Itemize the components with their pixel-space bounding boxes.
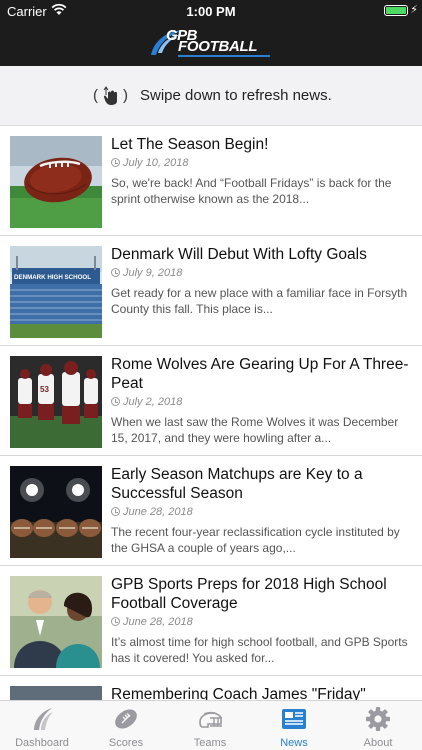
news-title[interactable]: Early Season Matchups are Key to a Succe… [111, 465, 411, 503]
news-item[interactable]: 53 Rome Wolves Are Gearing Up For A Thre… [0, 346, 422, 456]
news-date: July 2, 2018 [111, 396, 182, 408]
news-date: July 10, 2018 [111, 157, 188, 169]
clock-icon [111, 158, 120, 167]
tab-label: Teams [193, 737, 227, 749]
news-excerpt: It’s almost time for high school footbal… [111, 635, 408, 665]
clock-icon [111, 397, 120, 406]
tab-label: News [280, 737, 308, 749]
news-date: June 28, 2018 [111, 506, 193, 518]
news-title[interactable]: Rome Wolves Are Gearing Up For A Three-P… [111, 355, 411, 393]
helmet-icon [199, 711, 222, 728]
tab-label: Dashboard [15, 737, 69, 749]
newspaper-icon [282, 709, 306, 729]
svg-text:(: ( [93, 87, 98, 104]
news-item[interactable]: Remembering Coach James "Friday" [0, 676, 422, 700]
clock-icon [111, 507, 120, 516]
tab-dashboard[interactable]: Dashboard [0, 701, 84, 750]
logo-text-football: FOOTBALL [178, 38, 258, 55]
stadium-sign-text: DENMARK HIGH SCHOOL [14, 274, 91, 281]
news-list[interactable]: Let The Season Begin! July 10, 2018 So, … [0, 126, 422, 700]
news-item[interactable]: GPB Sports Preps for 2018 High School Fo… [0, 566, 422, 676]
news-title[interactable]: Denmark Will Debut With Lofty Goals [111, 245, 411, 264]
news-thumbnail-helmets [10, 466, 102, 558]
football-icon [115, 709, 137, 729]
swipe-down-hand-icon: ( ) [93, 86, 128, 105]
svg-text:53: 53 [40, 385, 49, 394]
news-title[interactable]: Let The Season Begin! [111, 135, 411, 154]
tab-bar: Dashboard Scores Teams News About [0, 700, 422, 750]
news-excerpt: Get ready for a new place with a familia… [111, 286, 408, 316]
news-excerpt: The recent four-year reclassification cy… [111, 525, 400, 555]
tab-teams[interactable]: Teams [168, 701, 252, 750]
news-item[interactable]: DENMARK HIGH SCHOOL Denmark Will Debut W… [0, 236, 422, 346]
dashboard-swoosh-icon [34, 708, 53, 730]
news-thumbnail-players: 53 [10, 356, 102, 448]
app-header: Carrier 1:00 PM ⚡ GPB FOOTBALL [0, 0, 422, 66]
gpb-football-logo: GPB FOOTBALL [148, 27, 278, 59]
logo-underline [178, 55, 270, 57]
tab-label: About [363, 737, 393, 749]
status-bar: Carrier 1:00 PM ⚡ [0, 0, 422, 22]
clock-time: 1:00 PM [186, 4, 236, 19]
refresh-banner[interactable]: ( ) Swipe down to refresh news. [0, 66, 422, 126]
news-thumbnail-hosts [10, 576, 102, 668]
news-date: June 28, 2018 [111, 616, 193, 628]
news-date: July 9, 2018 [111, 267, 182, 279]
news-thumbnail-coach [10, 686, 102, 700]
gear-icon [366, 707, 390, 731]
news-thumbnail-football [10, 136, 102, 228]
news-item[interactable]: Let The Season Begin! July 10, 2018 So, … [0, 126, 422, 236]
svg-text:): ) [123, 87, 128, 104]
news-thumbnail-stadium: DENMARK HIGH SCHOOL [10, 246, 102, 338]
news-excerpt: So, we're back! And “Football Fridays” i… [111, 176, 392, 206]
battery-icon [384, 5, 408, 16]
tab-scores[interactable]: Scores [84, 701, 168, 750]
clock-icon [111, 268, 120, 277]
tab-news[interactable]: News [252, 701, 336, 750]
refresh-hint-text: Swipe down to refresh news. [140, 87, 332, 104]
tab-label: Scores [108, 737, 144, 749]
news-excerpt: When we last saw the Rome Wolves it was … [111, 415, 399, 445]
news-title[interactable]: GPB Sports Preps for 2018 High School Fo… [111, 575, 411, 613]
clock-icon [111, 617, 120, 626]
charging-icon: ⚡ [410, 4, 418, 16]
news-title[interactable]: Remembering Coach James "Friday" [111, 685, 411, 700]
tab-about[interactable]: About [336, 701, 420, 750]
news-item[interactable]: Early Season Matchups are Key to a Succe… [0, 456, 422, 566]
